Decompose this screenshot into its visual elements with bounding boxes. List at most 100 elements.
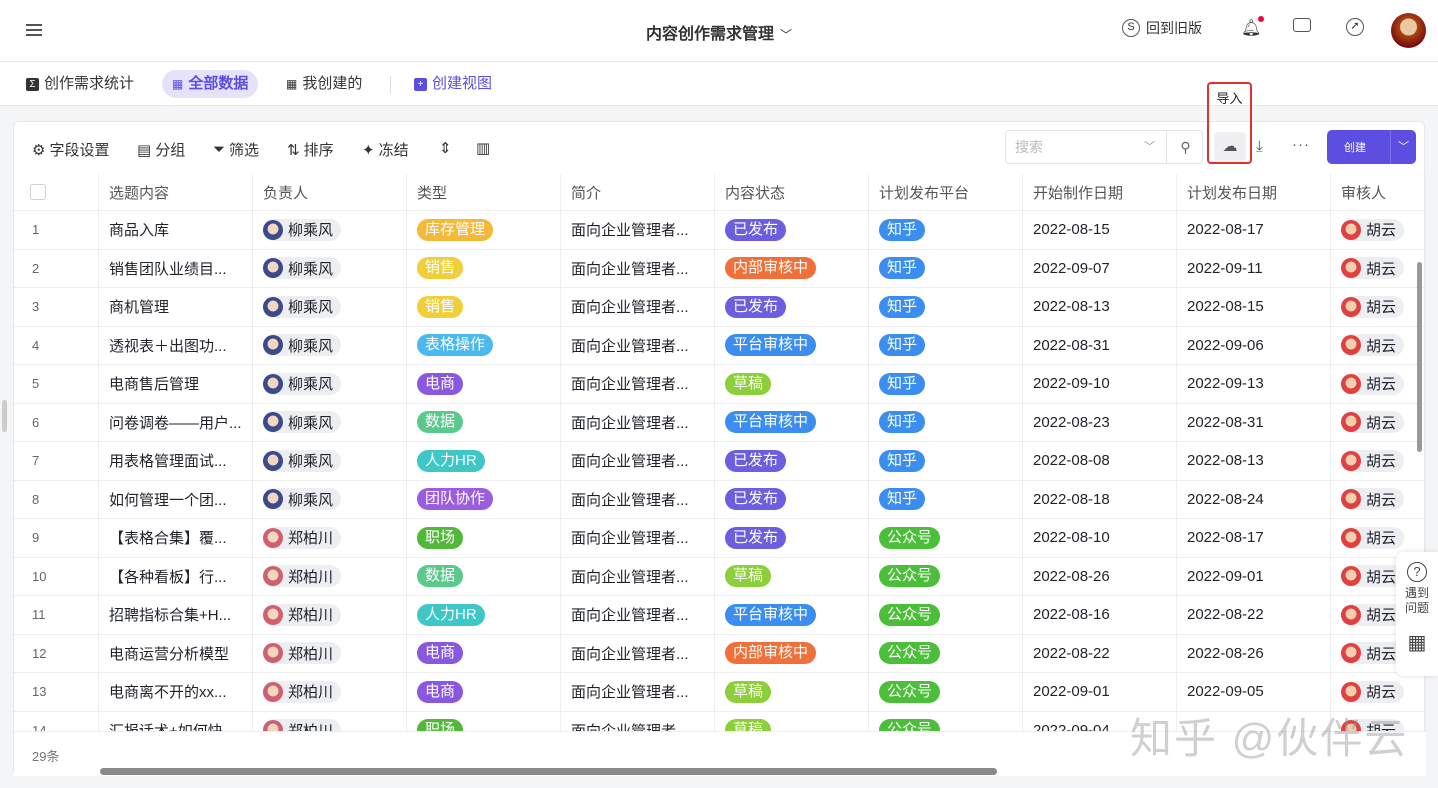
owner-chip[interactable]: 郑柏川 (263, 719, 342, 731)
field-settings-button[interactable]: ⚙ 字段设置 (32, 139, 109, 160)
topic-text: 【表格合集】覆... (109, 530, 227, 548)
qrcode-icon[interactable]: ▦ (1396, 630, 1438, 655)
table-row[interactable]: 5 电商售后管理 柳乘风 电商 面向企业管理者... 草稿 知乎 2022-09-10 2022… (14, 365, 1426, 404)
briefcase-icon[interactable] (1293, 18, 1311, 32)
owner-chip[interactable]: 柳乘风 (263, 257, 342, 280)
start-text: 2022-08-16 (1033, 606, 1110, 624)
help-panel[interactable]: ? 遇到问题 ▦ (1396, 552, 1438, 676)
chevron-down-icon[interactable]: ﹀ (1390, 130, 1416, 164)
column-header[interactable]: 负责人 (253, 174, 407, 210)
owner-chip[interactable]: 郑柏川 (263, 680, 342, 703)
chevron-down-icon[interactable]: ﹀ (1144, 131, 1155, 163)
tab-my-created[interactable]: ▦ 我创建的 (276, 70, 372, 98)
start-text: 2022-08-13 (1033, 298, 1110, 316)
owner-chip[interactable]: 郑柏川 (263, 642, 342, 665)
column-header[interactable]: 类型 (407, 174, 561, 210)
filter-button[interactable]: ⏷ 筛选 (213, 139, 259, 160)
reviewer-chip[interactable]: 胡云 (1341, 411, 1405, 434)
select-all-checkbox[interactable] (30, 184, 46, 200)
owner-chip[interactable]: 柳乘风 (263, 488, 342, 511)
tab-all-data[interactable]: ▦ 全部数据 (162, 70, 259, 98)
divider (390, 76, 391, 94)
reviewer-chip[interactable]: 胡云 (1341, 372, 1405, 395)
cell: 人力HR (407, 442, 561, 480)
tab-create-view[interactable]: + 创建视图 (404, 70, 502, 98)
owner-chip[interactable]: 郑柏川 (263, 603, 342, 626)
start-text: 2022-08-26 (1033, 567, 1110, 585)
column-header[interactable]: 选题内容 (99, 174, 253, 210)
intro-text: 面向企业管理者... (571, 491, 689, 509)
column-header[interactable]: 计划发布日期 (1177, 174, 1331, 210)
reviewer-chip[interactable]: 胡云 (1341, 334, 1405, 357)
reviewer-chip[interactable]: 胡云 (1341, 526, 1405, 549)
column-header[interactable]: 审核人 (1331, 174, 1426, 210)
reviewer-chip[interactable]: 胡云 (1341, 603, 1405, 626)
person-avatar-icon (263, 450, 283, 471)
compass-icon[interactable]: ➚ (1346, 18, 1364, 36)
table-row[interactable]: 11 招聘指标合集+H... 郑柏川 人力HR 面向企业管理者... 平台审核中 公众号 20… (14, 596, 1426, 635)
cell: 胡云 (1331, 288, 1426, 326)
reviewer-chip[interactable]: 胡云 (1341, 488, 1405, 511)
table-row[interactable]: 10 【各种看板】行... 郑柏川 数据 面向企业管理者... 草稿 公众号 2022-08-… (14, 557, 1426, 596)
table-row[interactable]: 1 商品入库 柳乘风 库存管理 面向企业管理者... 已发布 知乎 2022-08-15 202… (14, 211, 1426, 250)
start-text: 2022-08-18 (1033, 490, 1110, 508)
reviewer-chip[interactable]: 胡云 (1341, 642, 1405, 665)
column-header[interactable]: 计划发布平台 (869, 174, 1023, 210)
sidebar-handle[interactable] (2, 400, 7, 432)
group-button[interactable]: ▤ 分组 (137, 139, 185, 160)
table-row[interactable]: 4 透视表＋出图功... 柳乘风 表格操作 面向企业管理者... 平台审核中 知乎 2022-… (14, 326, 1426, 365)
cell: 2022-08-23 (1023, 403, 1177, 441)
table-row[interactable]: 6 问卷调卷——用户... 柳乘风 数据 面向企业管理者... 平台审核中 知乎 2022-0… (14, 403, 1426, 442)
create-button[interactable]: 创建 ﹀ (1327, 130, 1416, 164)
person-avatar-icon (1341, 373, 1361, 394)
app-title[interactable]: 内容创作需求管理 ﹀ (0, 20, 1438, 44)
sort-button[interactable]: ⇅ 排序 (287, 139, 334, 160)
chart-icon[interactable]: ▥ (476, 139, 490, 157)
table-row[interactable]: 9 【表格合集】覆... 郑柏川 职场 面向企业管理者... 已发布 公众号 2022-08-… (14, 519, 1426, 558)
column-header[interactable]: 简介 (561, 174, 715, 210)
row-height-icon[interactable]: ⇕ (439, 139, 452, 157)
cell: 2022-08-16 (1023, 596, 1177, 634)
tab-statistics[interactable]: Σ 创作需求统计 (16, 70, 144, 98)
search-icon[interactable]: ⚲ (1166, 131, 1204, 163)
download-icon[interactable]: ⤓ (1256, 138, 1263, 155)
user-avatar[interactable] (1391, 13, 1426, 48)
column-header[interactable]: 开始制作日期 (1023, 174, 1177, 210)
owner-chip[interactable]: 柳乘风 (263, 295, 342, 318)
freeze-button[interactable]: ✦ 冻结 (362, 139, 409, 160)
owner-chip[interactable]: 柳乘风 (263, 218, 342, 241)
type-tag: 电商 (417, 642, 464, 665)
intro-text: 面向企业管理者... (571, 299, 689, 317)
reviewer-chip[interactable]: 胡云 (1341, 295, 1405, 318)
table-row[interactable]: 3 商机管理 柳乘风 销售 面向企业管理者... 已发布 知乎 2022-08-13 2022-… (14, 288, 1426, 327)
owner-chip[interactable]: 柳乘风 (263, 411, 342, 434)
table-row[interactable]: 7 用表格管理面试... 柳乘风 人力HR 面向企业管理者... 已发布 知乎 2022-08… (14, 442, 1426, 481)
horizontal-scrollbar[interactable] (100, 768, 997, 775)
row-number: 4 (32, 337, 40, 353)
column-header[interactable]: 内容状态 (715, 174, 869, 210)
reviewer-chip[interactable]: 胡云 (1341, 218, 1405, 241)
owner-chip[interactable]: 柳乘风 (263, 334, 342, 357)
row-number: 3 (32, 299, 40, 315)
cell: 面向企业管理者... (561, 442, 715, 480)
reviewer-chip[interactable]: 胡云 (1341, 449, 1405, 472)
vertical-scrollbar[interactable] (1417, 262, 1422, 452)
cell: 5 (14, 365, 99, 403)
reviewer-chip[interactable]: 胡云 (1341, 565, 1405, 588)
owner-chip[interactable]: 郑柏川 (263, 565, 342, 588)
search-input[interactable]: 搜索 ﹀ ⚲ (1005, 130, 1203, 164)
more-icon[interactable]: ··· (1292, 136, 1310, 153)
table-row[interactable]: 2 销售团队业绩目... 柳乘风 销售 面向企业管理者... 内部审核中 知乎 2022-09… (14, 249, 1426, 288)
back-to-old-version-button[interactable]: S 回到旧版 (1122, 18, 1202, 38)
reviewer-chip[interactable]: 胡云 (1341, 680, 1405, 703)
table-row[interactable]: 12 电商运营分析模型 郑柏川 电商 面向企业管理者... 内部审核中 公众号 2022-08… (14, 634, 1426, 673)
notification-bell-icon[interactable]: 🔔︎ (1241, 16, 1265, 38)
table-row[interactable]: 8 如何管理一个团... 柳乘风 团队协作 面向企业管理者... 已发布 知乎 2022-08… (14, 480, 1426, 519)
owner-chip[interactable]: 柳乘风 (263, 372, 342, 395)
gear-icon: ⚙ (32, 141, 46, 159)
plan-text: 2022-09-11 (1187, 259, 1263, 277)
owner-chip[interactable]: 郑柏川 (263, 526, 342, 549)
reviewer-chip[interactable]: 胡云 (1341, 257, 1405, 280)
cell: 商品入库 (99, 211, 253, 249)
owner-chip[interactable]: 柳乘风 (263, 449, 342, 472)
